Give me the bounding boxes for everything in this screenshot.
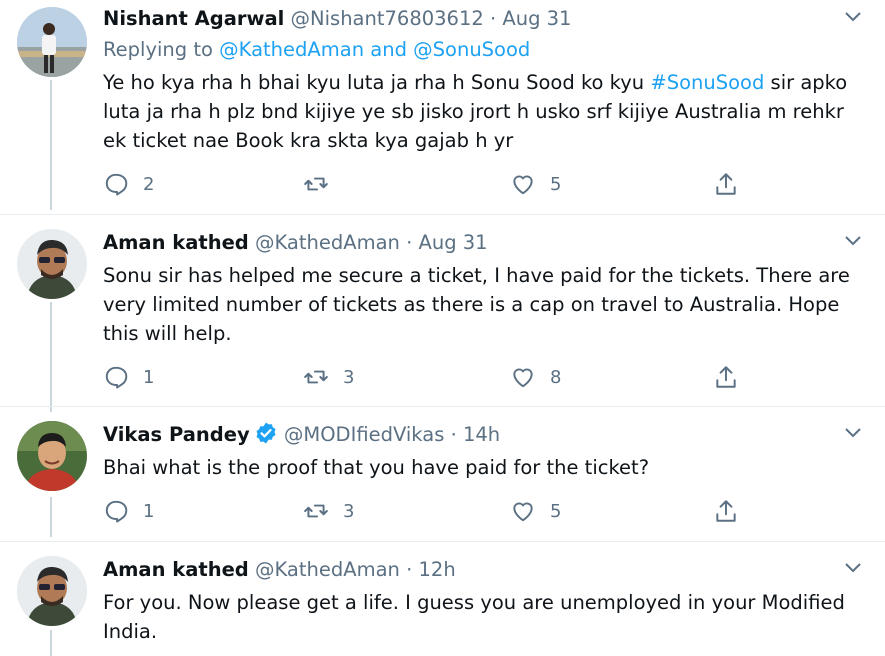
avatar[interactable] [17, 7, 87, 77]
tweet-text: Sonu sir has helped me secure a ticket, … [103, 264, 850, 345]
replying-to: Replying to @KathedAman and @SonuSood [103, 36, 530, 64]
tweet-text: Ye ho kya rha h bhai kyu luta ja rha h S… [103, 68, 868, 155]
timestamp[interactable]: 14h [463, 423, 500, 446]
reply-count: 2 [143, 173, 155, 195]
reply-icon [105, 366, 128, 389]
tweet-header: Aman kathed @KathedAman · Aug 31 [103, 229, 488, 257]
divider [0, 214, 885, 215]
tweet-header: Vikas Pandey @MODIfiedVikas · 14h [103, 421, 500, 449]
avatar-photo [17, 229, 87, 299]
mention-link[interactable]: @KathedAman [219, 38, 364, 61]
handle[interactable]: @MODIfiedVikas [284, 423, 445, 446]
share-button[interactable] [713, 496, 739, 526]
tweet[interactable]: Nishant Agarwal @Nishant76803612 · Aug 3… [0, 5, 885, 215]
reply-count: 1 [143, 500, 155, 522]
tweet-header: Aman kathed @KathedAman · 12h [103, 556, 456, 584]
reply-icon [105, 173, 128, 196]
chevron-down-icon[interactable] [843, 423, 863, 443]
share-icon [716, 173, 736, 195]
verified-badge-icon [256, 422, 276, 444]
separator-dot: · [450, 423, 457, 446]
avatar-photo [17, 7, 87, 77]
share-button[interactable] [713, 169, 739, 199]
hashtag-link[interactable]: #SonuSood [650, 71, 764, 94]
separator-dot: · [406, 558, 413, 581]
retweet-count: 3 [343, 366, 355, 388]
avatar[interactable] [17, 556, 87, 626]
share-button[interactable] [713, 362, 739, 392]
handle[interactable]: @KathedAman [255, 231, 400, 254]
tweet-text-part: Ye ho kya rha h bhai kyu luta ja rha h S… [103, 71, 651, 94]
avatar[interactable] [17, 229, 87, 299]
mention-link[interactable]: @SonuSood [413, 38, 530, 61]
timestamp[interactable]: Aug 31 [419, 231, 488, 254]
tweet-text: Bhai what is the proof that you have pai… [103, 456, 650, 479]
avatar-photo [17, 421, 87, 491]
like-count: 8 [550, 366, 562, 388]
reply-icon [105, 500, 128, 523]
replying-and[interactable]: and [370, 38, 407, 61]
retweet-icon [304, 370, 328, 384]
separator-dot: · [406, 231, 413, 254]
display-name[interactable]: Aman kathed [103, 558, 249, 581]
retweet-button[interactable] [303, 169, 343, 199]
reply-button[interactable]: 1 [103, 496, 154, 526]
like-count: 5 [550, 500, 562, 522]
divider [0, 541, 885, 542]
like-count: 5 [550, 173, 562, 195]
tweet[interactable]: Vikas Pandey @MODIfiedVikas · 14h Bhai w… [0, 421, 885, 541]
chevron-down-icon[interactable] [843, 7, 863, 27]
tweet[interactable]: Aman kathed @KathedAman · Aug 31 Sonu si… [0, 229, 885, 404]
reply-button[interactable]: 2 [103, 169, 154, 199]
avatar[interactable] [17, 421, 87, 491]
share-icon [716, 500, 736, 522]
separator-dot: · [489, 7, 497, 30]
like-button[interactable]: 8 [510, 362, 561, 392]
handle[interactable]: @Nishant76803612 [291, 7, 484, 30]
retweet-icon [304, 177, 328, 191]
tweet-header: Nishant Agarwal @Nishant76803612 · Aug 3… [103, 5, 571, 33]
reply-count: 1 [143, 366, 155, 388]
retweet-button[interactable]: 3 [303, 496, 354, 526]
share-icon [716, 366, 736, 388]
tweet-text: For you. Now please get a life. I guess … [103, 591, 845, 643]
action-bar: 1 3 8 [103, 362, 753, 392]
timestamp[interactable]: 12h [419, 558, 456, 581]
heart-icon [513, 175, 533, 195]
reply-button[interactable]: 1 [103, 362, 154, 392]
like-button[interactable]: 5 [510, 496, 561, 526]
divider [0, 406, 885, 407]
replying-prefix: Replying to [103, 38, 213, 61]
retweet-count: 3 [343, 500, 355, 522]
display-name[interactable]: Nishant Agarwal [103, 7, 284, 30]
handle[interactable]: @KathedAman [255, 558, 400, 581]
timestamp[interactable]: Aug 31 [502, 7, 571, 30]
chevron-down-icon[interactable] [843, 231, 863, 251]
display-name[interactable]: Aman kathed [103, 231, 249, 254]
display-name[interactable]: Vikas Pandey [103, 423, 250, 446]
heart-icon [513, 368, 533, 388]
action-bar: 2 5 [103, 169, 753, 199]
chevron-down-icon[interactable] [843, 558, 863, 578]
retweet-button[interactable]: 3 [303, 362, 354, 392]
heart-icon [513, 502, 533, 522]
like-button[interactable]: 5 [510, 169, 561, 199]
retweet-icon [304, 504, 328, 518]
action-bar: 1 3 5 [103, 496, 753, 526]
avatar-photo [17, 556, 87, 626]
tweet[interactable]: Aman kathed @KathedAman · 12h For you. N… [0, 556, 885, 656]
